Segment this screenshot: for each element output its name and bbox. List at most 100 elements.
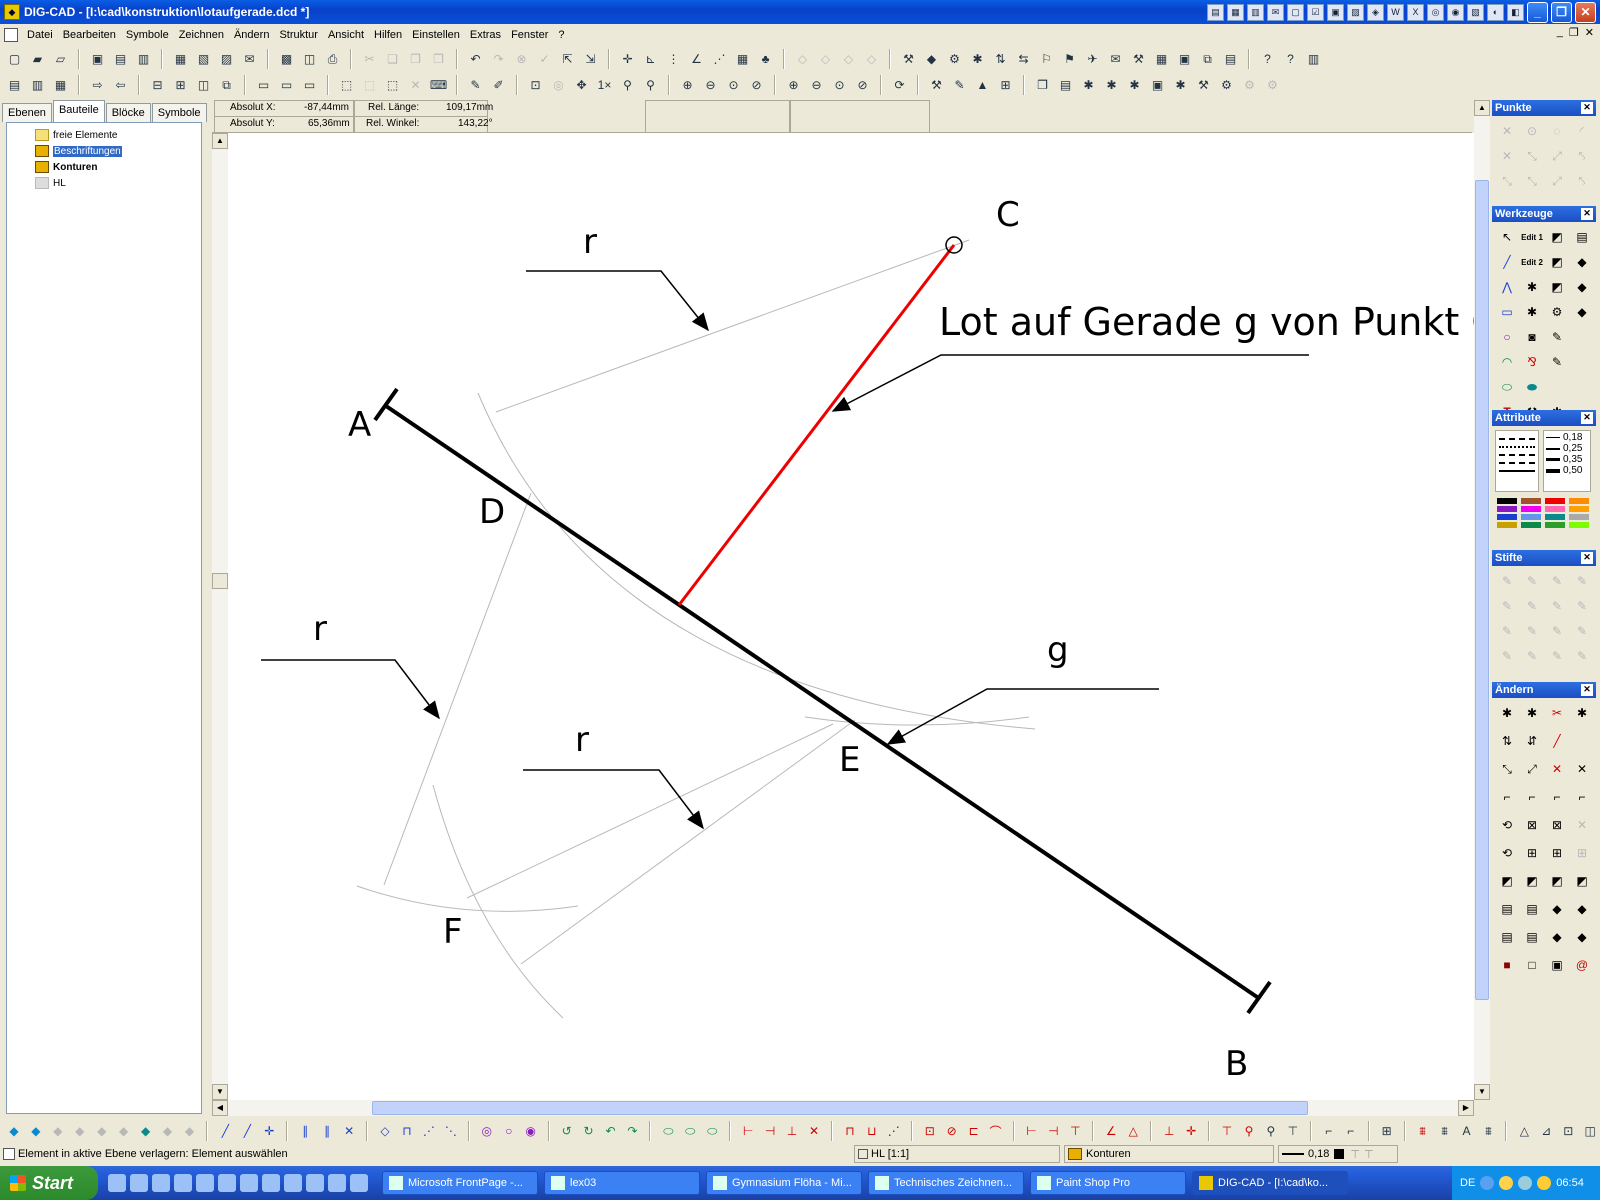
select-icon[interactable]: ⬚: [336, 75, 357, 96]
pen-icon[interactable]: ✎: [1521, 570, 1543, 592]
quick-launch-icon[interactable]: [196, 1174, 214, 1192]
modify-tool-icon[interactable]: ◆: [1571, 926, 1593, 948]
tool-icon[interactable]: ✱: [967, 49, 988, 70]
line-tool-icon[interactable]: ╱: [1496, 251, 1518, 273]
cube-icon[interactable]: ■: [1496, 954, 1518, 976]
tree-item-beschriftungen[interactable]: Beschriftungen: [15, 143, 201, 159]
select-icon[interactable]: ⬚: [382, 75, 403, 96]
drawing-svg[interactable]: A B C D E F g r r r Lot auf Gerade g von…: [213, 133, 1475, 1115]
select-icon[interactable]: ⬚: [359, 75, 380, 96]
copy-icon[interactable]: ❏: [382, 49, 403, 70]
layer-tool-icon[interactable]: ▦: [50, 75, 71, 96]
color-swatch[interactable]: [1545, 522, 1565, 528]
zoom-out-icon[interactable]: ⊖: [700, 75, 721, 96]
tool-icon[interactable]: ⇅: [990, 49, 1011, 70]
menu-extras[interactable]: Extras: [465, 29, 506, 41]
color-swatch[interactable]: [1569, 514, 1589, 520]
move-left-icon[interactable]: ⇦: [110, 75, 131, 96]
panel-close-icon[interactable]: ✕: [1581, 552, 1593, 564]
zoom-icon[interactable]: ⊕: [783, 75, 804, 96]
color-swatch[interactable]: [1521, 506, 1541, 512]
pen-icon[interactable]: ✐: [488, 75, 509, 96]
tool-icon[interactable]: ▣: [1174, 49, 1195, 70]
color-swatch[interactable]: [1521, 498, 1541, 504]
paste-special-icon[interactable]: ❒: [428, 49, 449, 70]
tab-symbole[interactable]: Symbole: [151, 103, 207, 122]
word-icon[interactable]: W: [1387, 4, 1404, 21]
scroll-down-arrow-icon[interactable]: ▼: [1474, 1084, 1490, 1100]
modify-tool-icon[interactable]: ⤢: [1521, 758, 1543, 780]
angle-dim-icon[interactable]: ∠: [1101, 1121, 1121, 1142]
menu-ansicht[interactable]: Ansicht: [323, 29, 369, 41]
tool-icon[interactable]: ◩: [1546, 251, 1568, 273]
zoom-prev-icon[interactable]: ⊘: [746, 75, 767, 96]
window-icon[interactable]: ▭: [276, 75, 297, 96]
modify-tool-icon[interactable]: ✂: [1546, 702, 1568, 724]
tray-network-icon[interactable]: [1499, 1176, 1514, 1190]
open-recent-icon[interactable]: ▱: [50, 49, 71, 70]
modify-tool-icon[interactable]: ◩: [1496, 870, 1518, 892]
quick-app-icon[interactable]: ✉: [1267, 4, 1284, 21]
zoom-in-icon[interactable]: ⊕: [677, 75, 698, 96]
point-tool-icon[interactable]: ⤣: [1571, 145, 1593, 167]
taskbar-item-frontpage[interactable]: Microsoft FrontPage -...: [382, 1171, 538, 1195]
menu-aendern[interactable]: Ändern: [229, 29, 274, 41]
symbol-icon[interactable]: ⊞: [1377, 1121, 1397, 1142]
tool-icon[interactable]: ▦: [1151, 49, 1172, 70]
quick-app-icon[interactable]: ◈: [1367, 4, 1384, 21]
symbol-icon[interactable]: ⌐: [1341, 1121, 1361, 1142]
modify-tool-icon[interactable]: ◩: [1521, 870, 1543, 892]
camera-icon[interactable]: ◙: [1521, 326, 1543, 348]
point-tool-icon[interactable]: ⤡: [1496, 170, 1518, 192]
dim-tool-icon[interactable]: ✕: [804, 1121, 824, 1142]
tool-icon[interactable]: ✱: [1124, 75, 1145, 96]
modify-tool-icon[interactable]: ◩: [1571, 870, 1593, 892]
tab-bloecke[interactable]: Blöcke: [105, 103, 151, 122]
layer-prop-icon[interactable]: ▤: [1055, 75, 1076, 96]
point-tool-icon[interactable]: ⤢: [1546, 170, 1568, 192]
quick-launch-icon[interactable]: [240, 1174, 258, 1192]
dim-tool-icon[interactable]: ⊥: [1159, 1121, 1179, 1142]
scroll-right-arrow-icon[interactable]: ▶: [1458, 1100, 1474, 1116]
cube-icon[interactable]: □: [1521, 954, 1543, 976]
ellipse-tool-icon[interactable]: ⬭: [1496, 376, 1518, 398]
help-pointer-icon[interactable]: ?: [1257, 49, 1278, 70]
color-swatch[interactable]: [1569, 506, 1589, 512]
window-icon[interactable]: ▭: [253, 75, 274, 96]
magnifier-icon[interactable]: ⚲: [617, 75, 638, 96]
point-tool-icon[interactable]: ⊙: [1521, 120, 1543, 142]
import-icon[interactable]: ▨: [216, 49, 237, 70]
line-width-item[interactable]: 0,50: [1546, 465, 1588, 476]
document-icon[interactable]: [4, 27, 18, 42]
point-tool-icon[interactable]: ✕: [1496, 145, 1518, 167]
tool-icon[interactable]: ⚐: [1036, 49, 1057, 70]
pen-icon[interactable]: ✎: [1546, 570, 1568, 592]
mdi-close-button[interactable]: ✕: [1585, 26, 1594, 39]
pen-icon[interactable]: ✎: [1571, 620, 1593, 642]
excel-icon[interactable]: X: [1407, 4, 1424, 21]
circle-snap-icon[interactable]: ◉: [521, 1121, 541, 1142]
new-file-icon[interactable]: ▢: [4, 49, 25, 70]
scroll-up-arrow-icon[interactable]: ▲: [1474, 100, 1490, 116]
quick-launch-icon[interactable]: [262, 1174, 280, 1192]
tool-icon[interactable]: ⇆: [1013, 49, 1034, 70]
spiral-icon[interactable]: @: [1571, 954, 1593, 976]
panel-close-icon[interactable]: ✕: [1581, 102, 1593, 114]
point-tool-icon[interactable]: ◌: [1546, 120, 1568, 142]
solid-icon[interactable]: ◆: [70, 1121, 90, 1142]
dim-tool-icon[interactable]: ⊢: [738, 1121, 758, 1142]
redo-icon[interactable]: ↷: [488, 49, 509, 70]
symbol-icon[interactable]: ⩩: [1413, 1121, 1433, 1142]
quick-launch-icon[interactable]: [306, 1174, 324, 1192]
line-type-long-dash[interactable]: [1499, 462, 1535, 464]
menu-fenster[interactable]: Fenster: [506, 29, 553, 41]
tool-icon[interactable]: ▤: [1220, 49, 1241, 70]
tool-icon[interactable]: ✎: [1546, 326, 1568, 348]
quick-app-icon[interactable]: ◎: [1427, 4, 1444, 21]
color-swatch[interactable]: [1497, 506, 1517, 512]
zoom-icon[interactable]: ⊖: [806, 75, 827, 96]
rectangle-tool-icon[interactable]: ▭: [1496, 301, 1518, 323]
tree-item-konturen[interactable]: Konturen: [15, 159, 201, 175]
brush-icon[interactable]: ✎: [949, 75, 970, 96]
point-tool-icon[interactable]: ⤢: [1546, 145, 1568, 167]
